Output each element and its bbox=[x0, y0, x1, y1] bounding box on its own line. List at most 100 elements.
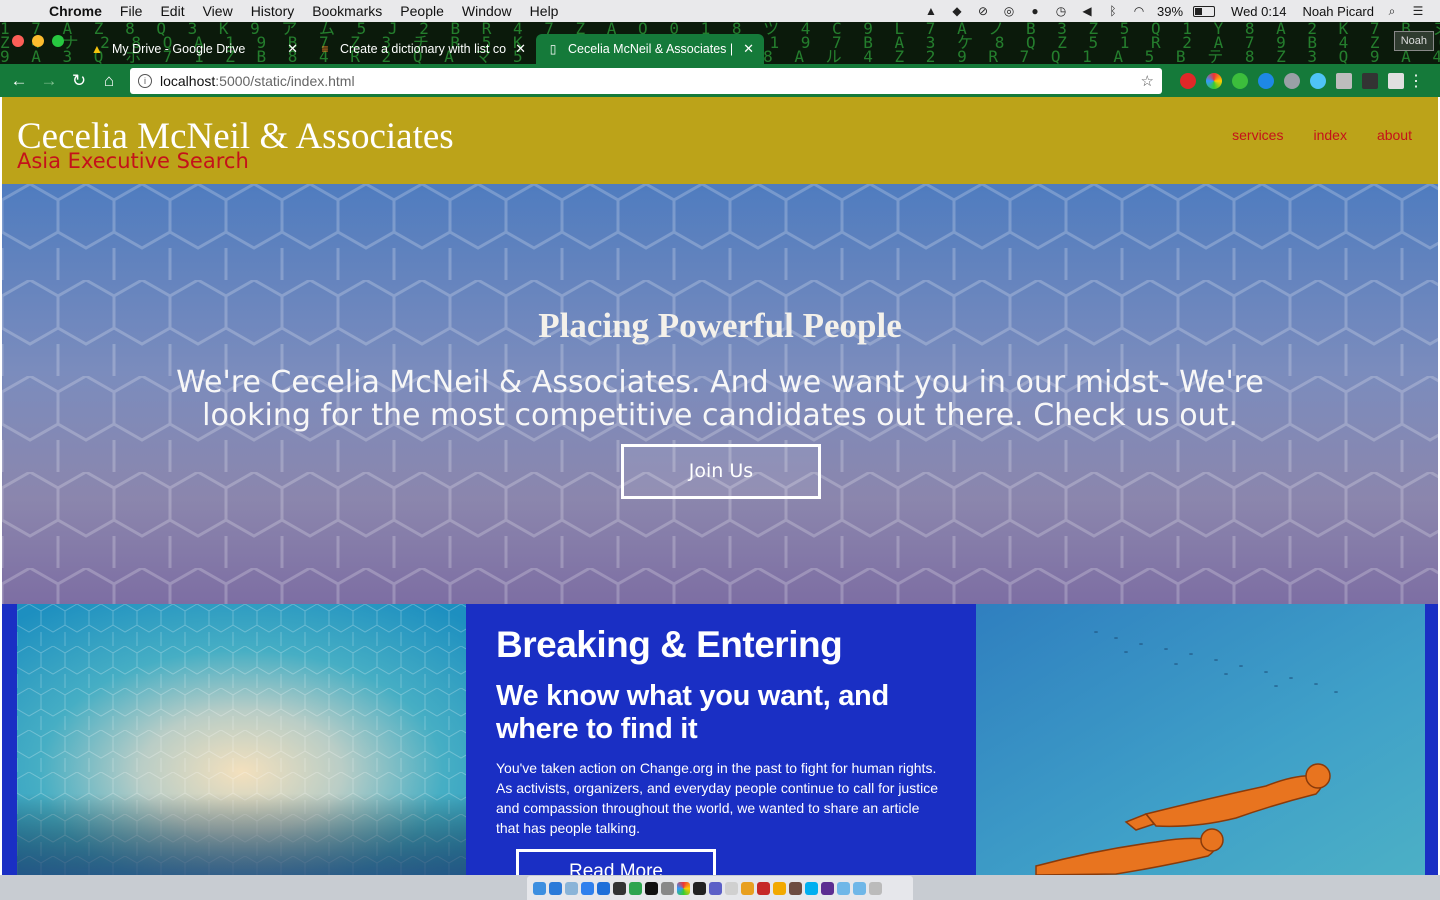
feature-row: Breaking & Entering We know what you wan… bbox=[2, 604, 1438, 875]
github-icon[interactable] bbox=[613, 881, 626, 895]
scrivener-icon[interactable] bbox=[789, 881, 802, 895]
battery-icon[interactable] bbox=[1193, 5, 1216, 17]
system-preferences-icon[interactable] bbox=[661, 881, 674, 895]
extension-blue-icon[interactable] bbox=[1258, 72, 1274, 89]
browser-toolbar: ← → ↻ ⌂ i localhost:5000/static/index.ht… bbox=[0, 64, 1440, 97]
window-controls bbox=[12, 35, 64, 47]
preview-icon[interactable] bbox=[565, 881, 578, 895]
extensions-bar bbox=[1180, 72, 1404, 89]
tab-stackoverflow[interactable]: ≡ Create a dictionary with list co ✕ bbox=[308, 34, 536, 64]
web-page: Cecelia McNeil & Associates Asia Executi… bbox=[2, 97, 1438, 875]
home-icon[interactable]: ⌂ bbox=[96, 68, 122, 94]
menu-app-name[interactable]: Chrome bbox=[40, 3, 111, 19]
trash-icon[interactable] bbox=[869, 881, 882, 895]
menu-edit[interactable]: Edit bbox=[151, 3, 193, 19]
clock[interactable]: Wed 0:14 bbox=[1231, 4, 1286, 19]
chrome-dock-icon[interactable] bbox=[677, 881, 690, 895]
drive-sync-icon[interactable]: ▲ bbox=[923, 4, 939, 18]
documents-folder-icon[interactable] bbox=[853, 881, 866, 895]
url-text[interactable]: localhost:5000/static/index.html bbox=[160, 73, 1141, 89]
notes-icon[interactable] bbox=[709, 881, 722, 895]
chrome-menu-icon[interactable]: ⋮ bbox=[1408, 71, 1434, 91]
feature-heading: Breaking & Entering bbox=[496, 624, 843, 665]
terminal-icon[interactable] bbox=[693, 881, 706, 895]
volume-icon[interactable]: ◀ bbox=[1079, 4, 1095, 18]
tab-title: My Drive - Google Drive bbox=[112, 42, 246, 56]
vlc-icon[interactable] bbox=[741, 881, 754, 895]
nav-link-about[interactable]: about bbox=[1377, 127, 1412, 143]
time-machine-icon[interactable]: ◷ bbox=[1053, 4, 1069, 18]
spotlight-search-icon[interactable]: ⌕ bbox=[1384, 4, 1400, 18]
mail-icon[interactable] bbox=[549, 881, 562, 895]
profile-button[interactable]: Noah bbox=[1393, 31, 1434, 51]
close-tab-icon[interactable]: ✕ bbox=[515, 41, 526, 57]
tab-title: Create a dictionary with list co bbox=[340, 42, 507, 56]
nav-link-services[interactable]: services bbox=[1232, 127, 1283, 143]
menu-help[interactable]: Help bbox=[521, 3, 568, 19]
hero-section: Placing Powerful People We're Cecelia Mc… bbox=[2, 184, 1438, 604]
filezilla-icon[interactable] bbox=[757, 881, 770, 895]
chat-icon[interactable]: ● bbox=[1027, 4, 1043, 18]
address-bar[interactable]: i localhost:5000/static/index.html ☆ bbox=[130, 67, 1162, 94]
join-us-button[interactable]: Join Us bbox=[621, 444, 821, 499]
safari-icon[interactable] bbox=[581, 881, 594, 895]
bluetooth-icon[interactable]: ᛒ bbox=[1105, 4, 1121, 18]
menu-window[interactable]: Window bbox=[453, 3, 521, 19]
macos-dock bbox=[527, 876, 913, 900]
reload-icon[interactable]: ↻ bbox=[66, 68, 92, 94]
brand-subtitle: Asia Executive Search bbox=[17, 149, 249, 173]
extension-terminal-icon[interactable] bbox=[1362, 72, 1378, 89]
finder-icon[interactable] bbox=[533, 881, 546, 895]
divers-illustration-image bbox=[976, 604, 1425, 875]
menu-file[interactable]: File bbox=[111, 3, 152, 19]
forward-arrow-icon[interactable]: → bbox=[36, 68, 62, 94]
sourcetree-icon[interactable] bbox=[629, 881, 642, 895]
tab-title: Cecelia McNeil & Associates | bbox=[568, 42, 734, 56]
menu-view[interactable]: View bbox=[194, 3, 242, 19]
extension-pocket-icon[interactable] bbox=[1284, 72, 1300, 89]
extension-adblock-icon[interactable] bbox=[1180, 72, 1196, 89]
menu-bookmarks[interactable]: Bookmarks bbox=[303, 3, 391, 19]
chrome-window: 1 7 A Z 8 Q 3 K 9 ア ム 5 J 2 B R 4 7 Z A … bbox=[0, 22, 1440, 875]
visual-studio-icon[interactable] bbox=[821, 881, 834, 895]
user-name[interactable]: Noah Picard bbox=[1302, 4, 1374, 19]
hero-text: We're Cecelia McNeil & Associates. And w… bbox=[176, 365, 1264, 433]
tab-google-drive[interactable]: ▲ My Drive - Google Drive ✕ bbox=[80, 34, 308, 64]
close-tab-icon[interactable]: ✕ bbox=[743, 41, 754, 57]
textedit-icon[interactable] bbox=[725, 881, 738, 895]
do-not-disturb-icon[interactable]: ⊘ bbox=[975, 4, 991, 18]
extension-hangouts-icon[interactable] bbox=[1232, 72, 1248, 89]
extension-crx-icon[interactable] bbox=[1336, 72, 1352, 89]
extension-r-icon[interactable] bbox=[1388, 72, 1404, 89]
tab-cecelia-mcneil[interactable]: ▯ Cecelia McNeil & Associates | ✕ bbox=[536, 34, 764, 64]
sketch-icon[interactable] bbox=[773, 881, 786, 895]
camera-icon[interactable] bbox=[645, 881, 658, 895]
extension-diamond-icon[interactable] bbox=[1310, 72, 1326, 89]
creative-cloud-icon[interactable]: ◎ bbox=[1001, 4, 1017, 18]
read-more-button[interactable]: Read More bbox=[516, 849, 716, 875]
close-window-button[interactable] bbox=[12, 35, 24, 47]
hexagon-gradient-image bbox=[17, 604, 466, 875]
feature-content: Breaking & Entering We know what you wan… bbox=[466, 604, 976, 875]
menu-people[interactable]: People bbox=[391, 3, 453, 19]
extension-color-icon[interactable] bbox=[1206, 72, 1222, 89]
menu-history[interactable]: History bbox=[242, 3, 304, 19]
site-info-icon[interactable]: i bbox=[138, 73, 152, 88]
nav-link-index[interactable]: index bbox=[1313, 127, 1346, 143]
dropbox-icon[interactable]: ◆ bbox=[949, 4, 965, 18]
app-store-icon[interactable] bbox=[597, 881, 610, 895]
minimize-window-button[interactable] bbox=[32, 35, 44, 47]
feature-subheading: We know what you want, and where to find… bbox=[496, 680, 889, 745]
notification-center-icon[interactable]: ☰ bbox=[1410, 4, 1426, 18]
wifi-icon[interactable]: ◠ bbox=[1131, 4, 1147, 18]
site-nav: services index about bbox=[1232, 127, 1412, 143]
bookmark-star-icon[interactable]: ☆ bbox=[1141, 72, 1154, 90]
zoom-window-button[interactable] bbox=[52, 35, 64, 47]
skype-icon[interactable] bbox=[805, 881, 818, 895]
macos-menu-bar: Chrome File Edit View History Bookmarks … bbox=[0, 0, 1440, 22]
close-tab-icon[interactable]: ✕ bbox=[287, 41, 298, 57]
downloads-folder-icon[interactable] bbox=[837, 881, 850, 895]
back-arrow-icon[interactable]: ← bbox=[6, 68, 32, 94]
stackoverflow-icon: ≡ bbox=[321, 42, 329, 56]
google-drive-icon: ▲ bbox=[91, 42, 103, 56]
